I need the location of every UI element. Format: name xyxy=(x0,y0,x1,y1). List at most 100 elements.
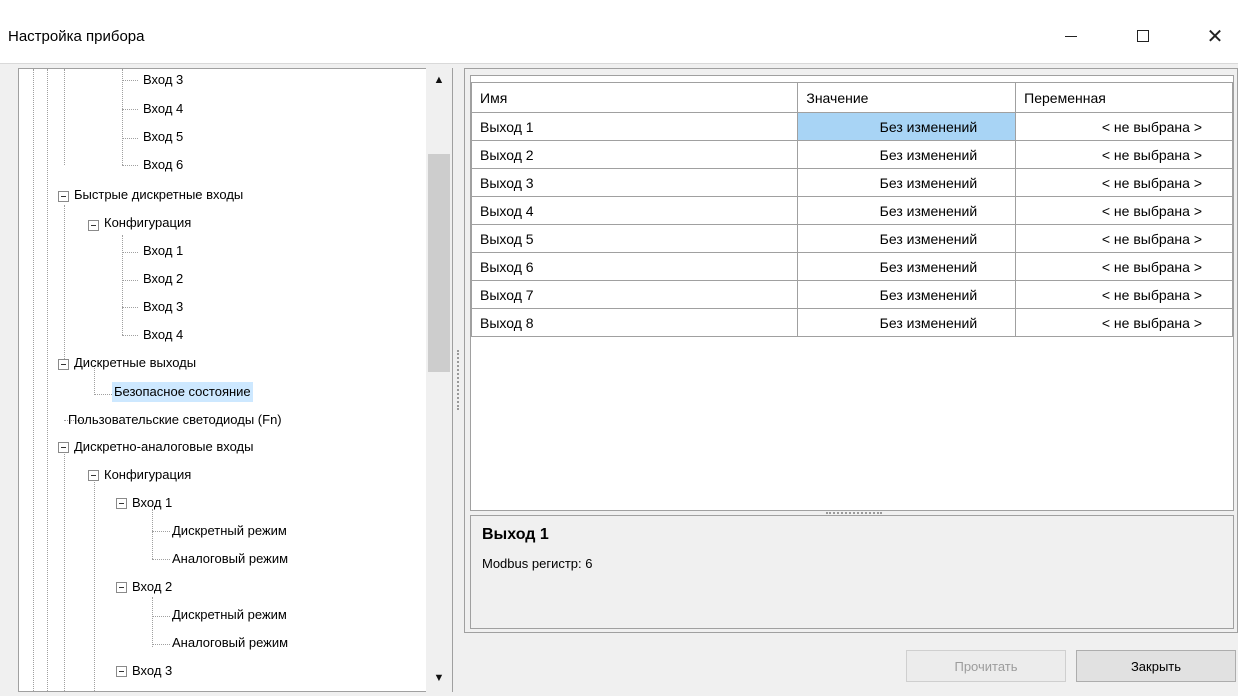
table-row[interactable]: Выход 3 Без изменений < не выбрана > xyxy=(470,168,1233,197)
tree-branch-line xyxy=(122,252,138,253)
scrollbar-thumb[interactable] xyxy=(428,154,450,372)
read-button[interactable]: Прочитать xyxy=(906,650,1066,682)
collapse-icon[interactable] xyxy=(58,191,69,202)
window-title: Настройка прибора xyxy=(8,28,145,45)
maximize-icon xyxy=(1137,30,1149,42)
table-row[interactable]: Выход 8 Без изменений < не выбрана > xyxy=(470,308,1233,337)
tree-branch-line xyxy=(122,138,138,139)
tree-item[interactable]: Пользовательские светодиоды (Fn) xyxy=(66,410,284,430)
maximize-button[interactable] xyxy=(1120,14,1166,58)
cell-value[interactable]: Без изменений xyxy=(797,224,1017,253)
tree-branch-line xyxy=(122,280,138,281)
description-panel: Выход 1 Modbus регистр: 6 xyxy=(470,515,1234,629)
tree-item[interactable]: Вход 4 xyxy=(141,99,185,119)
tree-branch-line xyxy=(152,616,170,617)
tree-item[interactable]: Дискретный режим xyxy=(170,521,289,541)
table-row[interactable]: Выход 4 Без изменений < не выбрана > xyxy=(470,196,1233,225)
cell-value[interactable]: Без изменений xyxy=(797,308,1017,337)
title-bar: Настройка прибора ✕ xyxy=(0,0,1238,64)
tree-item[interactable]: Аналоговый режим xyxy=(170,633,290,653)
tree-branch-line xyxy=(122,165,138,166)
minimize-button[interactable] xyxy=(1048,14,1094,58)
column-header-value[interactable]: Значение xyxy=(797,82,1017,113)
column-header-name[interactable]: Имя xyxy=(470,82,799,113)
tree-item[interactable]: Конфигурация xyxy=(102,465,193,485)
cell-name[interactable]: Выход 2 xyxy=(470,140,799,169)
tree-item[interactable]: Вход 2 xyxy=(141,269,185,289)
tree-item[interactable]: Вход 1 xyxy=(141,241,185,261)
table-row[interactable]: Выход 1 Без изменений < не выбрана > xyxy=(470,112,1233,141)
tree-item-selected[interactable]: Безопасное состояние xyxy=(112,382,253,402)
tree-item[interactable]: Вход 6 xyxy=(141,155,185,175)
cell-value[interactable]: Без изменений xyxy=(797,168,1017,197)
scroll-up-icon[interactable]: ▲ xyxy=(426,70,452,90)
cell-variable[interactable]: < не выбрана > xyxy=(1015,112,1233,141)
cell-variable[interactable]: < не выбрана > xyxy=(1015,252,1233,281)
tree-guide-line xyxy=(152,597,153,647)
tree-guide-line xyxy=(94,477,95,691)
tree-item[interactable]: Вход 3 xyxy=(141,70,185,90)
close-button[interactable]: Закрыть xyxy=(1076,650,1236,682)
tree-item[interactable]: Вход 2 xyxy=(130,577,174,597)
table-row[interactable]: Выход 6 Без изменений < не выбрана > xyxy=(470,252,1233,281)
scroll-down-icon[interactable]: ▼ xyxy=(426,668,452,688)
cell-value[interactable]: Без изменений xyxy=(797,140,1017,169)
cell-name[interactable]: Выход 5 xyxy=(470,224,799,253)
tree-guide-line xyxy=(64,205,65,365)
tree-item[interactable]: Вход 3 xyxy=(130,661,174,681)
tree-item[interactable]: Дискретно-аналоговые входы xyxy=(72,437,256,457)
tree-guide-line xyxy=(152,509,153,559)
collapse-icon[interactable] xyxy=(58,359,69,370)
cell-value[interactable]: Без изменений xyxy=(797,252,1017,281)
cell-variable[interactable]: < не выбрана > xyxy=(1015,196,1233,225)
table-row[interactable]: Выход 5 Без изменений < не выбрана > xyxy=(470,224,1233,253)
tree-scrollbar[interactable]: ▲ ▼ xyxy=(426,68,452,692)
column-header-variable[interactable]: Переменная xyxy=(1015,82,1233,113)
cell-variable[interactable]: < не выбрана > xyxy=(1015,140,1233,169)
tree-branch-line xyxy=(122,109,138,110)
cell-name[interactable]: Выход 8 xyxy=(470,308,799,337)
table-row[interactable]: Выход 7 Без изменений < не выбрана > xyxy=(470,280,1233,309)
vertical-splitter[interactable] xyxy=(457,350,459,410)
tree-item[interactable]: Аналоговый режим xyxy=(170,549,290,569)
tree-branch-line xyxy=(152,559,170,560)
cell-name[interactable]: Выход 4 xyxy=(470,196,799,225)
cell-variable[interactable]: < не выбрана > xyxy=(1015,280,1233,309)
cell-value-selected[interactable]: Без изменений xyxy=(797,112,1017,141)
tree-item[interactable]: Вход 4 xyxy=(141,325,185,345)
tree-item[interactable]: Конфигурация xyxy=(102,213,193,233)
cell-value[interactable]: Без изменений xyxy=(797,280,1017,309)
tree-item[interactable]: Вход 3 xyxy=(141,297,185,317)
tree-item[interactable]: Вход 5 xyxy=(141,127,185,147)
tree-item[interactable]: Дискретный режим xyxy=(170,605,289,625)
tree-item[interactable]: Дискретные выходы xyxy=(72,353,198,373)
table-row[interactable]: Выход 2 Без изменений < не выбрана > xyxy=(470,140,1233,169)
collapse-icon[interactable] xyxy=(58,442,69,453)
tree-item[interactable]: Вход 1 xyxy=(130,493,174,513)
tree-branch-line xyxy=(152,644,170,645)
close-window-button[interactable]: ✕ xyxy=(1192,14,1238,58)
description-text: Modbus регистр: 6 xyxy=(482,556,593,571)
tree-guide-line xyxy=(47,69,48,691)
cell-name[interactable]: Выход 1 xyxy=(470,112,799,141)
collapse-icon[interactable] xyxy=(116,498,127,509)
tree-branch-line xyxy=(122,335,138,336)
cell-variable[interactable]: < не выбрана > xyxy=(1015,308,1233,337)
tree-branch-line xyxy=(122,307,138,308)
cell-value[interactable]: Без изменений xyxy=(797,196,1017,225)
cell-name[interactable]: Выход 7 xyxy=(470,280,799,309)
tree-guide-line xyxy=(64,69,65,165)
collapse-icon[interactable] xyxy=(116,666,127,677)
tree-item[interactable]: Быстрые дискретные входы xyxy=(72,185,245,205)
collapse-icon[interactable] xyxy=(88,220,99,231)
settings-tree[interactable]: Вход 3 Вход 4 Вход 5 Вход 6 Быстрые диск… xyxy=(18,68,453,692)
cell-variable[interactable]: < не выбрана > xyxy=(1015,168,1233,197)
cell-name[interactable]: Выход 3 xyxy=(470,168,799,197)
cell-variable[interactable]: < не выбрана > xyxy=(1015,224,1233,253)
cell-name[interactable]: Выход 6 xyxy=(470,252,799,281)
parameters-grid[interactable]: Имя Значение Переменная Выход 1 Без изме… xyxy=(470,75,1234,511)
collapse-icon[interactable] xyxy=(116,582,127,593)
tree-branch-line xyxy=(122,80,138,81)
tree-guide-line xyxy=(122,235,123,335)
collapse-icon[interactable] xyxy=(88,470,99,481)
